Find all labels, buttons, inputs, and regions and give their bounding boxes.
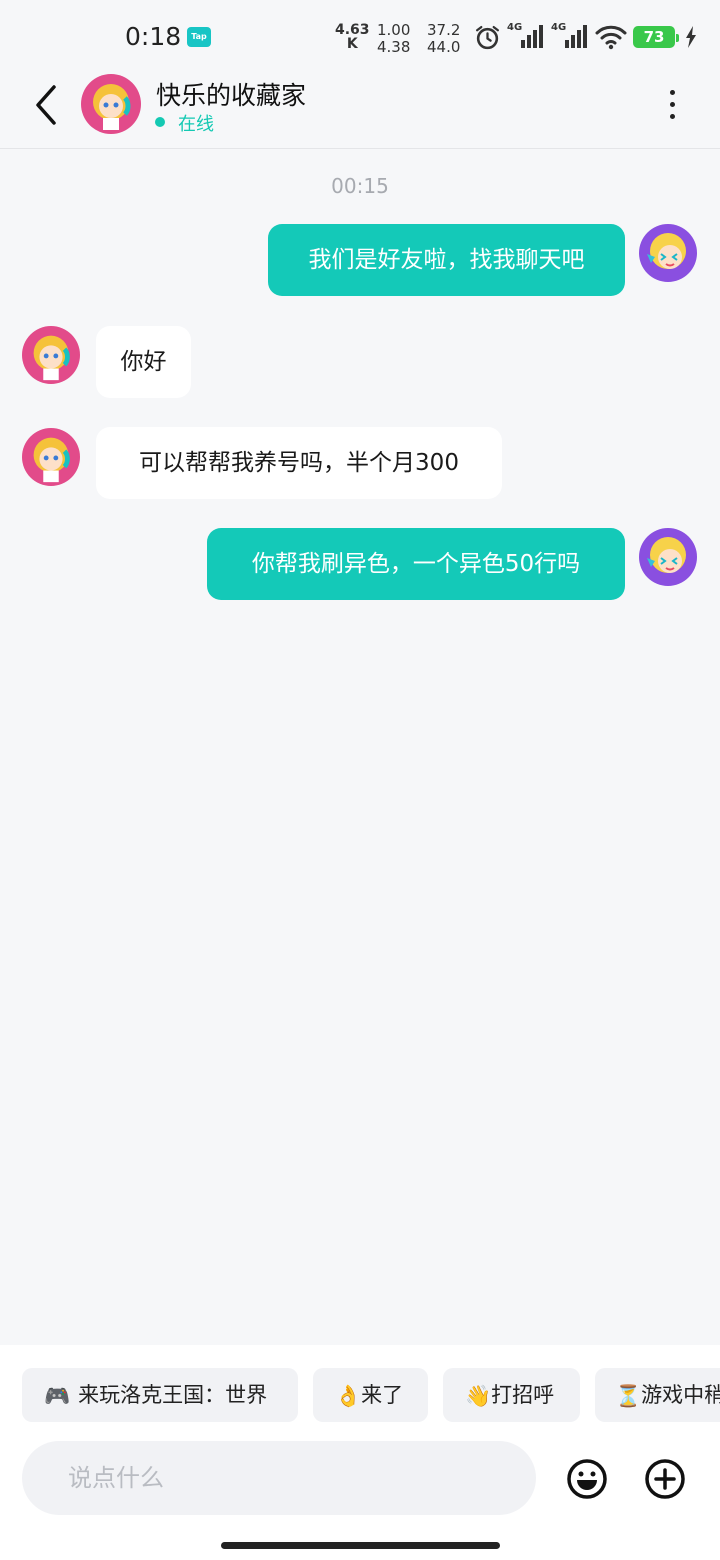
message-bubble[interactable]: 你好 (96, 326, 191, 398)
sim2-label: 4G (551, 22, 567, 33)
status-stat-2: 37.2 44.0 (427, 22, 460, 56)
stat1-top: 1.00 (377, 21, 411, 39)
wifi-icon (595, 23, 627, 51)
plus-circle-icon (645, 1459, 685, 1499)
sim1-label: 4G (507, 22, 523, 33)
quick-reply-label: 游戏中稍 (641, 1383, 720, 1407)
my-avatar[interactable] (639, 224, 697, 282)
back-button[interactable] (24, 80, 68, 130)
battery-icon: 73 (633, 26, 679, 48)
stat2-top: 37.2 (427, 21, 461, 39)
chat-header: 快乐的收藏家 在线 (0, 74, 720, 149)
charging-icon (685, 26, 697, 48)
status-stat-1: 1.00 4.38 (377, 22, 410, 56)
game-controller-icon: 🎮 (44, 1384, 71, 1408)
quick-reply-label: 来玩洛克王国：世界 (78, 1383, 268, 1407)
more-icon (669, 89, 675, 95)
quick-reply-chip[interactable]: ⏳游戏中稍 (595, 1368, 720, 1422)
contact-avatar[interactable] (22, 326, 80, 384)
message-bubble[interactable]: 你帮我刷异色，一个异色50行吗 (207, 528, 625, 600)
signal-icon: 4G (507, 22, 545, 52)
my-avatar[interactable] (639, 528, 697, 586)
stat1-bottom: 4.38 (377, 38, 411, 56)
message-bubble[interactable]: 可以帮帮我养号吗，半个月300 (96, 427, 502, 499)
alarm-icon (474, 24, 501, 51)
net-speed-unit: K (346, 36, 358, 52)
emoji-button[interactable] (566, 1458, 608, 1500)
contact-avatar[interactable] (22, 428, 80, 486)
message-input[interactable]: 说点什么 (22, 1441, 536, 1515)
quick-reply-label: 来了 (361, 1383, 404, 1407)
quick-reply-chip[interactable]: 🎮 来玩洛克王国：世界 (22, 1368, 298, 1422)
home-indicator[interactable] (221, 1542, 500, 1549)
smiley-icon (567, 1459, 607, 1499)
signal-icon: 4G (551, 22, 589, 52)
net-speed: 4.63 K (335, 23, 370, 51)
contact-name: 快乐的收藏家 (156, 81, 307, 110)
message-timestamp: 00:15 (331, 174, 389, 198)
stat2-bottom: 44.0 (427, 38, 461, 56)
quick-reply-chip[interactable]: 👌来了 (313, 1368, 428, 1422)
tap-app-icon: Tap (187, 27, 211, 47)
more-options-button[interactable] (656, 86, 688, 122)
waving-hand-icon: 👋 (465, 1384, 492, 1408)
status-icons: 4G 4G 73 (474, 20, 697, 54)
status-time: 0:18 (125, 22, 182, 51)
status-bar: 0:18 Tap 4.63 K 1.00 4.38 37.2 44.0 4G 4… (0, 0, 720, 74)
add-attachment-button[interactable] (644, 1458, 686, 1500)
online-status-dot (155, 117, 165, 127)
quick-reply-label: 打招呼 (491, 1383, 555, 1407)
chevron-left-icon (36, 85, 56, 125)
contact-avatar[interactable] (81, 74, 141, 134)
hourglass-icon: ⏳ (615, 1384, 642, 1408)
message-bubble[interactable]: 我们是好友啦，找我聊天吧 (268, 224, 625, 296)
ok-hand-icon: 👌 (335, 1384, 362, 1408)
battery-level: 73 (643, 28, 665, 46)
online-status: 在线 (178, 114, 214, 135)
quick-reply-chip[interactable]: 👋打招呼 (443, 1368, 580, 1422)
composer-panel: 🎮 来玩洛克王国：世界 👌来了 👋打招呼 ⏳游戏中稍 说点什么 (0, 1345, 720, 1560)
